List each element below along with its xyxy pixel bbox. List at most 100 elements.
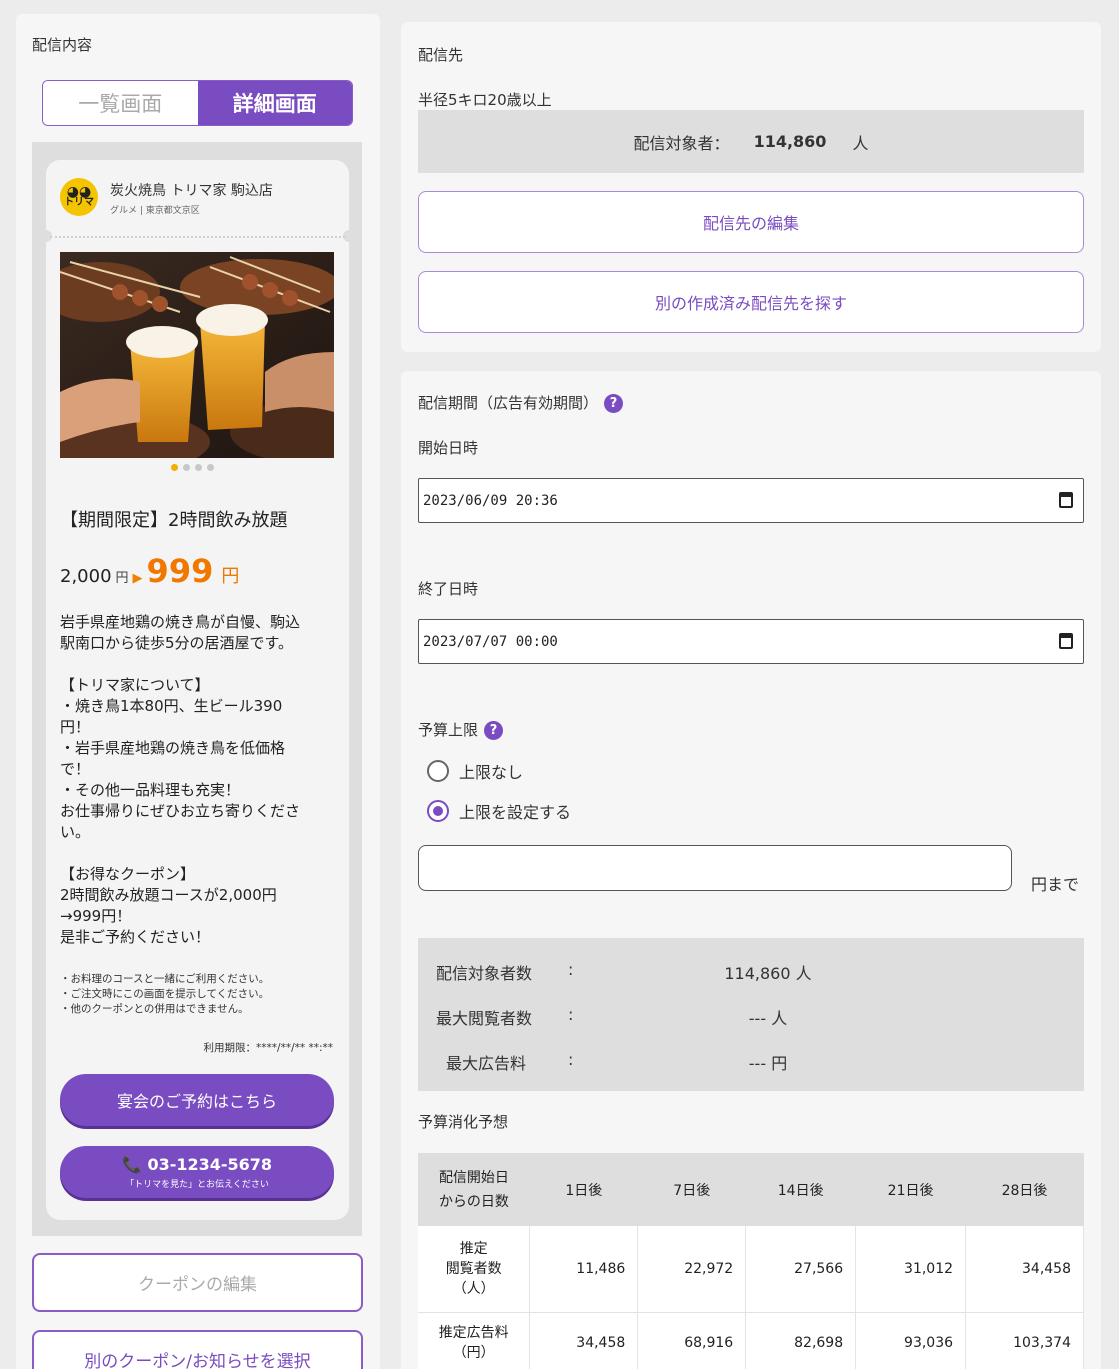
table-cell: 22,972 xyxy=(637,1226,747,1313)
carousel-dot[interactable] xyxy=(171,464,178,471)
discount-price-unit: 円 xyxy=(221,566,240,587)
table-cell: 82,698 xyxy=(745,1312,857,1369)
carousel-dot[interactable] xyxy=(195,464,202,471)
budget-option-label: 上限を設定する xyxy=(459,803,572,822)
carousel-dot[interactable] xyxy=(207,464,214,471)
stat-value: --- 円 xyxy=(748,1054,788,1073)
carousel-dots[interactable] xyxy=(171,464,214,471)
stat-value: 114,860 人 xyxy=(724,964,812,983)
stat-value: --- 人 xyxy=(748,1009,788,1028)
stat-label: 最大閲覧者数 xyxy=(436,1009,533,1028)
forecast-header-cell: 7日後 xyxy=(637,1153,746,1226)
budget-option-label: 上限なし xyxy=(459,763,524,782)
coupon-preview-area: ◕◕ トリマ 炭火焼鳥 トリマ家 駒込店 グルメ | 東京都文京区 【期間限定】… xyxy=(32,142,362,1236)
carousel-dot[interactable] xyxy=(183,464,190,471)
phone-icon: 📞 xyxy=(121,1154,142,1174)
calendar-icon[interactable] xyxy=(1059,633,1073,649)
phone-number-row: 📞 03-1234-5678 xyxy=(122,1155,272,1174)
end-datetime-input[interactable]: 2023/07/07 00:00 xyxy=(418,619,1084,664)
shop-logo: ◕◕ トリマ xyxy=(60,178,98,216)
coupon-expiry: 利用期限：****/**/** **:** xyxy=(203,1042,333,1054)
table-cell: 34,458 xyxy=(529,1312,639,1369)
discount-price: 999 xyxy=(146,552,214,590)
stat-label: 配信対象者数 xyxy=(436,964,533,983)
row-header: 推定 閲覧者数 （人） xyxy=(418,1226,531,1313)
coupon-notes: ・お料理のコースと一緒にご利用ください。 ・ご注文時にこの画面を提示してください… xyxy=(60,973,270,1015)
forecast-title: 予算消化予想 xyxy=(418,1113,509,1131)
budget-option-set[interactable]: 上限を設定する xyxy=(427,799,571,823)
list-view-tab[interactable]: 一覧画面 xyxy=(43,81,198,125)
content-panel-title: 配信内容 xyxy=(32,36,93,54)
help-icon[interactable]: ? xyxy=(604,394,624,413)
table-cell: 68,916 xyxy=(637,1312,747,1369)
forecast-header-cell: 配信開始日 からの日数 xyxy=(418,1153,530,1226)
stat-colon: : xyxy=(568,1005,574,1024)
table-row: 推定 閲覧者数 （人） 11,486 22,972 27,566 31,012 … xyxy=(418,1226,1084,1313)
destination-title: 配信先 xyxy=(418,46,464,64)
coupon-title: 【期間限定】2時間飲み放題 xyxy=(60,510,288,531)
table-cell: 27,566 xyxy=(745,1226,857,1313)
target-count-band: 配信対象者： 114,860 人 xyxy=(418,110,1084,173)
radio-checked-icon[interactable] xyxy=(427,800,449,822)
shop-name: 炭火焼鳥 トリマ家 駒込店 xyxy=(110,183,273,199)
select-other-coupon-button[interactable]: 別のクーポン/お知らせを選択 xyxy=(32,1330,363,1369)
edit-destination-button[interactable]: 配信先の編集 xyxy=(418,191,1084,253)
coupon-description: 岩手県産地鶏の焼き鳥が自慢、駒込 駅南口から徒歩5分の居酒屋です。 【トリマ家に… xyxy=(60,613,301,946)
target-count-unit: 人 xyxy=(852,133,869,153)
edit-coupon-button[interactable]: クーポンの編集 xyxy=(32,1253,363,1312)
shop-category: グルメ | 東京都文京区 xyxy=(110,206,200,216)
table-cell: 11,486 xyxy=(529,1226,639,1313)
budget-option-none[interactable]: 上限なし xyxy=(427,759,523,783)
stat-label: 最大広告料 xyxy=(446,1054,527,1073)
original-price: 2,000 xyxy=(60,566,112,587)
budget-amount-input[interactable] xyxy=(418,845,1012,891)
calendar-icon[interactable] xyxy=(1059,492,1073,508)
target-count-value: 114,860 xyxy=(753,132,827,151)
period-title: 配信期間（広告有効期間） xyxy=(418,394,599,412)
start-datetime-value: 2023/06/09 20:36 xyxy=(423,492,558,509)
coupon-photo xyxy=(60,252,334,458)
price-row: 2,000 円 ▶ 999 円 xyxy=(60,552,239,590)
start-label: 開始日時 xyxy=(418,439,479,457)
table-row: 推定広告料 （円） 34,458 68,916 82,698 93,036 10… xyxy=(418,1312,1084,1369)
ticket-divider xyxy=(50,236,345,238)
stat-colon: : xyxy=(568,1050,574,1069)
start-datetime-input[interactable]: 2023/06/09 20:36 xyxy=(418,478,1084,523)
table-cell: 93,036 xyxy=(855,1312,967,1369)
detail-view-tab[interactable]: 詳細画面 xyxy=(197,81,352,125)
table-cell: 103,374 xyxy=(965,1312,1084,1369)
target-count-label: 配信対象者： xyxy=(633,133,730,153)
stats-band: 配信対象者数 : 114,860 人 最大閲覧者数 : --- 人 最大広告料 … xyxy=(418,938,1084,1091)
phone-number: 03-1234-5678 xyxy=(147,1154,273,1174)
budget-unit: 円まで xyxy=(1031,875,1080,894)
table-cell: 31,012 xyxy=(855,1226,967,1313)
row-header: 推定広告料 （円） xyxy=(418,1312,531,1369)
stat-colon: : xyxy=(568,960,574,979)
forecast-header-cell: 1日後 xyxy=(529,1153,638,1226)
budget-title-row: 予算上限? xyxy=(418,719,504,740)
forecast-header-cell: 28日後 xyxy=(965,1153,1084,1226)
reserve-button[interactable]: 宴会のご予約はこちら xyxy=(60,1074,334,1126)
forecast-table: 配信開始日 からの日数 1日後 7日後 14日後 21日後 28日後 推定 閲覧… xyxy=(418,1153,1084,1369)
help-icon[interactable]: ? xyxy=(484,721,504,740)
forecast-header-cell: 21日後 xyxy=(855,1153,966,1226)
phone-button[interactable]: 📞 03-1234-5678 「トリマを見た」とお伝えください xyxy=(60,1146,334,1198)
period-panel: 配信期間（広告有効期間）? 開始日時 2023/06/09 20:36 終了日時… xyxy=(401,371,1101,1369)
end-datetime-value: 2023/07/07 00:00 xyxy=(423,633,558,650)
period-title-row: 配信期間（広告有効期間）? xyxy=(418,392,624,413)
original-price-unit: 円 xyxy=(115,571,129,586)
radio-unchecked-icon[interactable] xyxy=(427,760,449,782)
end-label: 終了日時 xyxy=(418,580,479,598)
logo-text: トリマ xyxy=(64,197,94,208)
forecast-header-row: 配信開始日 からの日数 1日後 7日後 14日後 21日後 28日後 xyxy=(418,1153,1084,1226)
price-arrow-icon: ▶ xyxy=(132,571,143,586)
phone-note: 「トリマを見た」とお伝えください xyxy=(125,1179,269,1190)
view-toggle: 一覧画面 詳細画面 xyxy=(42,80,353,126)
forecast-header-cell: 14日後 xyxy=(745,1153,856,1226)
find-destination-button[interactable]: 別の作成済み配信先を探す xyxy=(418,271,1084,333)
coupon-card: ◕◕ トリマ 炭火焼鳥 トリマ家 駒込店 グルメ | 東京都文京区 【期間限定】… xyxy=(40,160,355,1220)
budget-label: 予算上限 xyxy=(418,721,479,739)
content-panel: 配信内容 一覧画面 詳細画面 ◕◕ トリマ 炭火焼鳥 トリマ家 駒込店 グルメ … xyxy=(16,14,380,1369)
table-cell: 34,458 xyxy=(965,1226,1084,1313)
destination-panel: 配信先 半径5キロ20歳以上 配信対象者： 114,860 人 配信先の編集 別… xyxy=(401,22,1101,352)
